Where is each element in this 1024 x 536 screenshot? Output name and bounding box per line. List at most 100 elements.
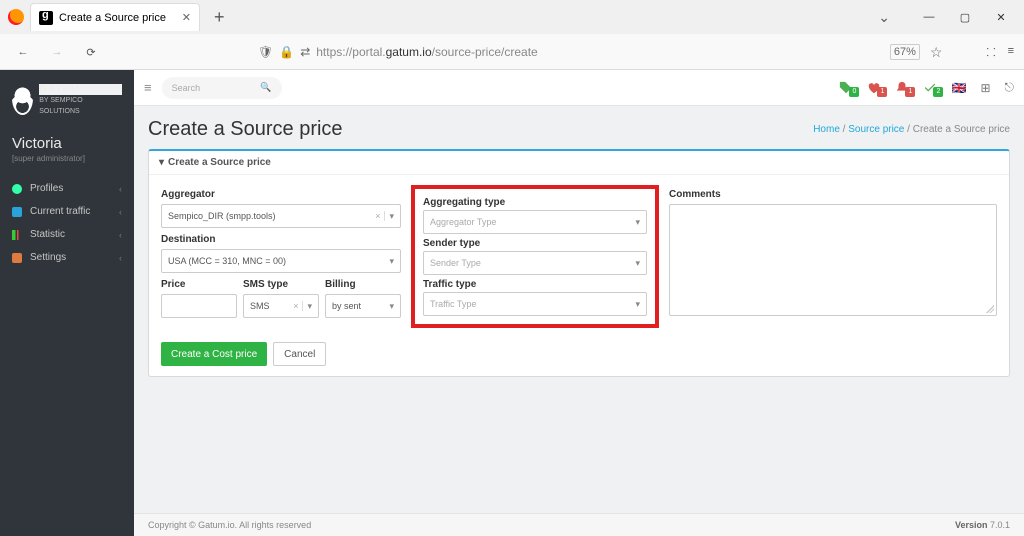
billing-value: by sent	[332, 301, 361, 311]
search-input[interactable]: Search 🔍	[162, 77, 282, 99]
notif-tags-icon[interactable]: 0	[839, 81, 853, 95]
nav-reload-button[interactable]: ⟳	[78, 39, 104, 65]
highlighted-section: Aggregating type Aggregator Type ▾ Sende…	[411, 185, 659, 328]
sidebar-item-label: Current traffic	[30, 206, 90, 217]
menu-toggle-icon[interactable]: ≡	[144, 80, 152, 95]
apps-grid-icon[interactable]: ⊞	[980, 81, 990, 95]
app-menu-icon[interactable]: ≡	[1008, 45, 1014, 60]
zoom-badge[interactable]: 67%	[890, 44, 920, 60]
tab-close-icon[interactable]: ✕	[182, 11, 191, 24]
sender-type-select[interactable]: Sender Type ▾	[423, 251, 647, 275]
tab-favicon-icon	[39, 11, 53, 25]
billing-select[interactable]: by sent ▾	[325, 294, 401, 318]
footer-copyright: Copyright © Gatum.io. All rights reserve…	[148, 520, 311, 530]
chevron-left-icon: ‹	[119, 253, 122, 263]
chevron-left-icon: ‹	[119, 207, 122, 217]
sidebar-item-label: Statistic	[30, 229, 65, 240]
price-input[interactable]	[161, 294, 237, 318]
sidebar-item-statistic[interactable]: Statistic ‹	[0, 223, 134, 246]
sms-type-select[interactable]: SMS × ▾	[243, 294, 319, 318]
label-traffic-type: Traffic type	[423, 279, 647, 290]
new-tab-button[interactable]: +	[206, 7, 233, 28]
destination-select[interactable]: USA (MCC = 310, MNC = 00) ▾	[161, 249, 401, 273]
caret-down-icon: ▾	[385, 301, 394, 312]
crumb-home[interactable]: Home	[813, 124, 840, 135]
sms-type-value: SMS	[250, 301, 270, 311]
label-aggregator: Aggregator	[161, 189, 401, 200]
tab-title: Create a Source price	[59, 12, 166, 24]
label-destination: Destination	[161, 234, 401, 245]
breadcrumb: Home / Source price / Create a Source pr…	[813, 124, 1010, 135]
footer-version: 7.0.1	[990, 520, 1010, 530]
sidebar-item-settings[interactable]: Settings ‹	[0, 246, 134, 269]
sidebar-item-label: Profiles	[30, 183, 63, 194]
traffic-type-select[interactable]: Traffic Type ▾	[423, 292, 647, 316]
downloads-icon[interactable]: ⸬	[986, 45, 995, 60]
notif-check-icon[interactable]: 2	[923, 81, 937, 95]
sender-type-placeholder: Sender Type	[430, 258, 481, 268]
close-window-button[interactable]: ✕	[984, 3, 1018, 31]
badge: 1	[877, 87, 887, 97]
crumb-current: Create a Source price	[913, 124, 1010, 135]
lock-icon: 🔒	[279, 45, 294, 59]
caret-down-icon: ▾	[303, 301, 312, 312]
brand: GATUM BY SEMPICO SOLUTIONS	[0, 70, 134, 127]
minimize-button[interactable]: —	[912, 3, 946, 31]
logout-icon[interactable]: ⎋	[1005, 80, 1015, 95]
clear-icon[interactable]: ×	[289, 301, 303, 311]
sidebar-item-label: Settings	[30, 252, 66, 263]
page-title: Create a Source price	[148, 118, 343, 141]
settings-icon	[12, 253, 22, 263]
traffic-icon	[12, 207, 22, 217]
brand-logo-icon	[12, 87, 33, 115]
create-cost-price-button[interactable]: Create a Cost price	[161, 342, 267, 366]
caret-down-icon: ▾	[385, 256, 394, 267]
label-comments: Comments	[669, 189, 997, 200]
clear-icon[interactable]: ×	[371, 211, 385, 221]
crumb-source-price[interactable]: Source price	[848, 124, 904, 135]
notif-heart-icon[interactable]: 1	[867, 81, 881, 95]
notif-bell-icon[interactable]: 1	[895, 81, 909, 95]
form-panel: ▾ Create a Source price Aggregator Sempi…	[148, 149, 1010, 377]
nav-back-button[interactable]: ←	[10, 39, 36, 65]
label-sms-type: SMS type	[243, 279, 319, 290]
nav-forward-button: →	[44, 39, 70, 65]
caret-down-icon: ▾	[385, 211, 394, 222]
destination-value: USA (MCC = 310, MNC = 00)	[168, 256, 286, 266]
cancel-button[interactable]: Cancel	[273, 342, 326, 366]
sidebar-item-current-traffic[interactable]: Current traffic ‹	[0, 200, 134, 223]
chevron-left-icon: ‹	[119, 184, 122, 194]
aggregator-select[interactable]: Sempico_DIR (smpp.tools) × ▾	[161, 204, 401, 228]
comments-textarea[interactable]	[669, 204, 997, 316]
url-bar[interactable]: 🛡 🔒 ⇄ https://portal.gatum.io/source-pri…	[252, 38, 948, 66]
label-aggregating-type: Aggregating type	[423, 197, 647, 208]
brand-byline: BY SEMPICO SOLUTIONS	[39, 95, 122, 117]
aggregator-value: Sempico_DIR (smpp.tools)	[168, 211, 276, 221]
badge: 0	[849, 87, 859, 97]
url-text: https://portal.gatum.io/source-price/cre…	[316, 45, 537, 59]
user-name: Victoria	[0, 127, 134, 154]
profiles-icon	[12, 184, 22, 194]
panel-title: Create a Source price	[168, 157, 271, 168]
footer-version-label: Version	[955, 520, 990, 530]
firefox-icon	[8, 9, 24, 25]
label-price: Price	[161, 279, 237, 290]
lang-flag-icon[interactable]: 🇬🇧	[951, 81, 966, 95]
caret-down-icon: ▾	[631, 299, 640, 310]
shield-icon: 🛡	[258, 45, 273, 59]
filter-icon: ▾	[159, 157, 164, 168]
sidebar: GATUM BY SEMPICO SOLUTIONS Victoria [sup…	[0, 70, 134, 536]
aggregating-type-select[interactable]: Aggregator Type ▾	[423, 210, 647, 234]
search-icon: 🔍	[260, 82, 271, 93]
badge: 2	[933, 87, 943, 97]
maximize-button[interactable]: ▢	[948, 3, 982, 31]
bookmark-star-icon[interactable]: ☆	[930, 44, 943, 61]
traffic-type-placeholder: Traffic Type	[430, 299, 476, 309]
browser-tab[interactable]: Create a Source price ✕	[30, 3, 200, 31]
sidebar-item-profiles[interactable]: Profiles ‹	[0, 177, 134, 200]
aggregating-type-placeholder: Aggregator Type	[430, 217, 496, 227]
search-placeholder: Search	[172, 83, 201, 93]
tabs-overflow-icon[interactable]: ⌄	[878, 9, 890, 26]
statistic-icon	[12, 230, 22, 240]
permissions-icon: ⇄	[300, 45, 310, 59]
